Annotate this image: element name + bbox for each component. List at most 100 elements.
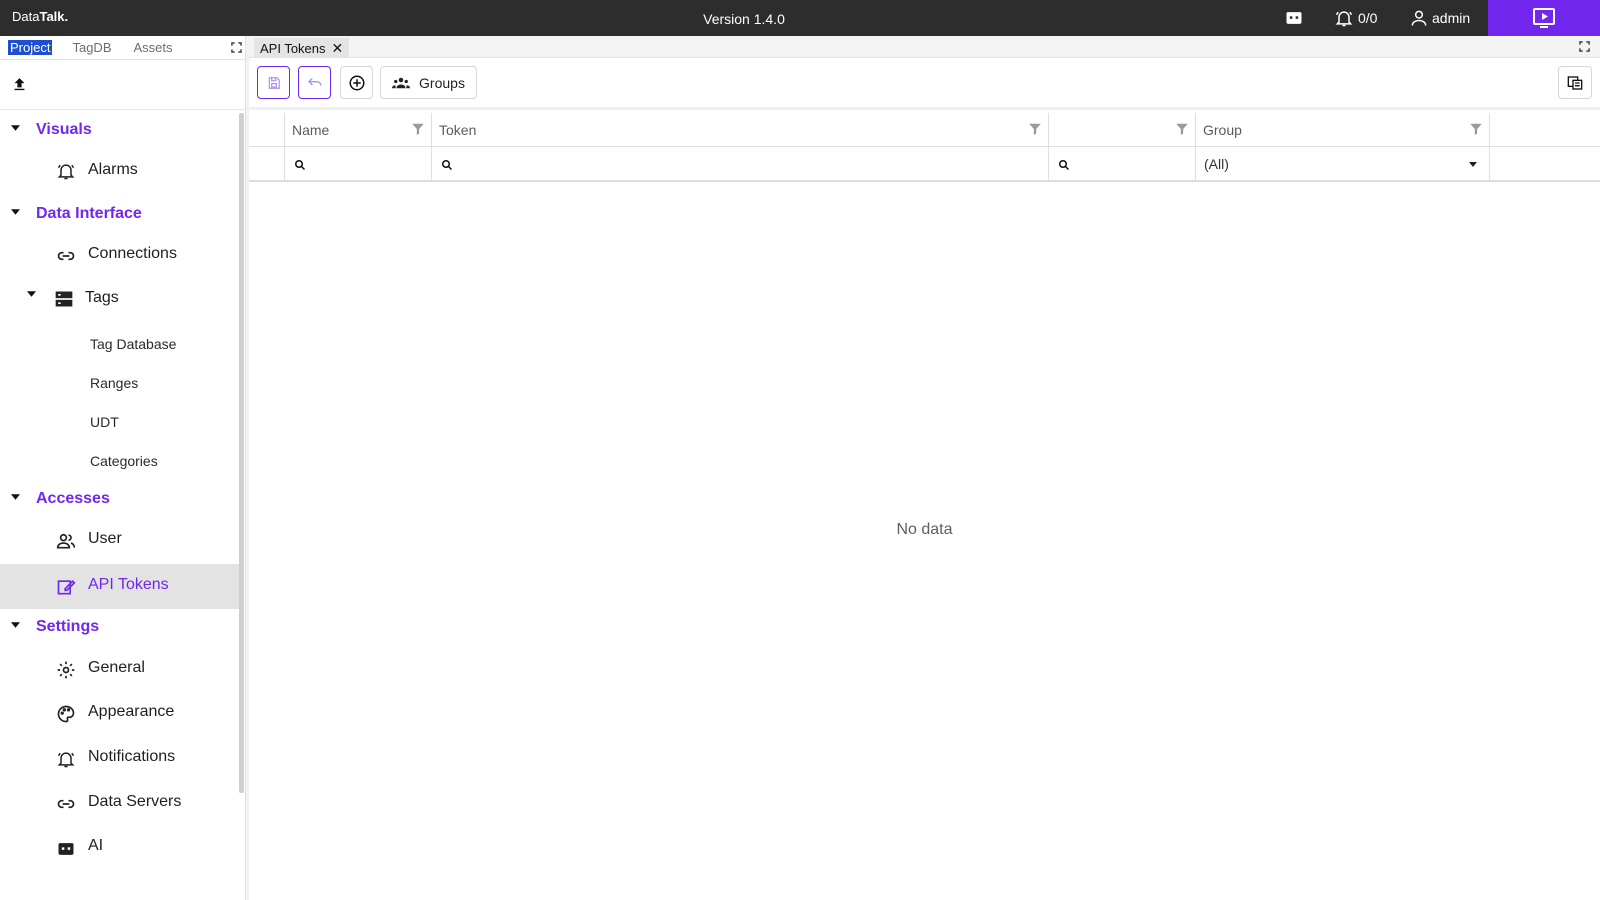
column-header-token[interactable]: Token <box>432 113 1049 146</box>
tree-item-label: Notifications <box>88 748 176 765</box>
filter-cell-name <box>285 147 432 180</box>
tree-item-tags[interactable]: Tags <box>0 281 244 315</box>
doc-tab-label: API Tokens <box>260 40 326 56</box>
filter-icon[interactable] <box>1028 122 1042 136</box>
grid-filter-row: (All) <box>249 147 1600 182</box>
version-label: Version 1.4.0 <box>703 11 785 27</box>
tree-group-visuals[interactable]: Visuals <box>0 115 244 145</box>
close-icon[interactable]: ✕ <box>332 41 344 55</box>
link-icon <box>56 246 76 266</box>
tree-item-user[interactable]: User <box>0 522 244 556</box>
add-button[interactable] <box>340 66 373 99</box>
tree-item-label: Categories <box>90 453 158 469</box>
add-circle-icon <box>348 74 366 92</box>
save-button[interactable] <box>257 66 290 99</box>
ai-assistant-icon[interactable] <box>1284 8 1304 28</box>
filter-icon[interactable] <box>411 122 425 136</box>
undo-icon <box>307 76 323 90</box>
run-preview-button[interactable] <box>1488 0 1600 36</box>
doc-tab-api-tokens[interactable]: API Tokens ✕ <box>254 38 350 58</box>
tab-assets[interactable]: Assets <box>134 40 173 55</box>
caret-down-icon <box>11 125 20 131</box>
column-header-label: Name <box>292 121 330 138</box>
save-icon <box>267 76 281 90</box>
search-icon <box>1058 159 1070 171</box>
filter-cell-empty <box>249 147 285 180</box>
tree-item-label: General <box>88 659 145 676</box>
tree-item-label: Ranges <box>90 375 139 391</box>
tree-item-label: API Tokens <box>88 576 169 593</box>
token-filter-input[interactable] <box>456 153 1044 175</box>
tree-item-categories[interactable]: Categories <box>0 449 244 475</box>
filter-icon[interactable] <box>1469 122 1483 136</box>
tree-item-connections[interactable]: Connections <box>0 237 244 271</box>
storage-icon <box>54 289 74 309</box>
search-icon <box>441 159 453 171</box>
users-icon <box>56 531 76 551</box>
unnamed-filter-input[interactable] <box>1073 153 1191 175</box>
grid-header-row: Name Token Group <box>249 113 1600 147</box>
upload-row <box>0 60 250 110</box>
groups-label: Groups <box>419 74 465 91</box>
empty-state-text: No data <box>896 521 953 538</box>
tree-item-ranges[interactable]: Ranges <box>0 371 244 397</box>
column-chooser-icon <box>1567 75 1583 91</box>
column-header-label: Group <box>1203 121 1242 138</box>
groups-button[interactable]: Groups <box>380 66 477 99</box>
tree-item-data-servers[interactable]: Data Servers <box>0 785 244 819</box>
tree-item-label: Alarms <box>88 161 138 178</box>
top-bar: DataTalk. Version 1.4.0 0/0 admin <box>0 0 1600 36</box>
tree-item-label: Appearance <box>88 703 175 720</box>
tree-item-appearance[interactable]: Appearance <box>0 695 244 729</box>
caret-down-icon <box>11 494 20 500</box>
group-filter-select[interactable]: (All) <box>1196 147 1490 180</box>
column-header-label: Token <box>439 121 477 138</box>
tree-item-api-tokens[interactable]: API Tokens <box>0 564 244 609</box>
tree-item-notifications[interactable]: Notifications <box>0 740 244 774</box>
filter-cell-actions <box>1490 147 1600 180</box>
play-screen-icon <box>1532 7 1556 29</box>
tab-project[interactable]: Project <box>8 40 53 55</box>
user-menu[interactable]: admin <box>1409 8 1470 28</box>
undo-button[interactable] <box>298 66 331 99</box>
tree-item-label: AI <box>88 837 104 854</box>
expand-panel-icon[interactable] <box>231 42 242 53</box>
caret-down-icon <box>27 291 36 297</box>
api-tokens-grid: Name Token Group (All) No data <box>249 113 1600 900</box>
tree-item-label: Connections <box>88 245 177 262</box>
tree-group-accesses[interactable]: Accesses <box>0 484 244 514</box>
filter-cell-unnamed <box>1049 147 1196 180</box>
tree-item-ai[interactable]: AI <box>0 829 244 863</box>
groups-icon <box>392 76 411 90</box>
column-header-unnamed[interactable] <box>1049 113 1196 146</box>
tree-group-settings[interactable]: Settings <box>0 612 244 642</box>
column-chooser-button[interactable] <box>1558 66 1592 99</box>
tree-item-general[interactable]: General <box>0 651 244 685</box>
tree-group-label: Data Interface <box>36 205 142 222</box>
select-column-header <box>249 113 285 146</box>
gear-icon <box>56 660 76 680</box>
tree-group-data-interface[interactable]: Data Interface <box>0 199 244 229</box>
left-panel-scrollbar[interactable] <box>239 113 244 793</box>
user-icon <box>1409 8 1429 28</box>
tree-group-label: Accesses <box>36 490 110 507</box>
tree-item-alarms[interactable]: Alarms <box>0 153 244 187</box>
column-header-group[interactable]: Group <box>1196 113 1490 146</box>
tree-item-label: UDT <box>90 414 119 430</box>
tree-item-label: Data Servers <box>88 793 182 810</box>
tree-item-udt[interactable]: UDT <box>0 410 244 436</box>
filter-icon[interactable] <box>1175 122 1189 136</box>
edit-note-icon <box>56 577 76 597</box>
alarm-bell-icon <box>56 161 76 181</box>
tab-tagdb[interactable]: TagDB <box>72 40 111 55</box>
column-header-name[interactable]: Name <box>285 113 432 146</box>
palette-icon <box>56 704 76 724</box>
actions-column-header <box>1490 113 1600 146</box>
alarm-bell-icon <box>1334 8 1354 28</box>
chevron-down-icon <box>1469 162 1477 167</box>
alarm-indicator[interactable]: 0/0 <box>1334 8 1377 28</box>
expand-panel-icon[interactable] <box>1579 41 1590 52</box>
tree-item-tag-database[interactable]: Tag Database <box>0 332 244 358</box>
upload-icon[interactable] <box>11 76 28 93</box>
name-filter-input[interactable] <box>309 153 427 175</box>
